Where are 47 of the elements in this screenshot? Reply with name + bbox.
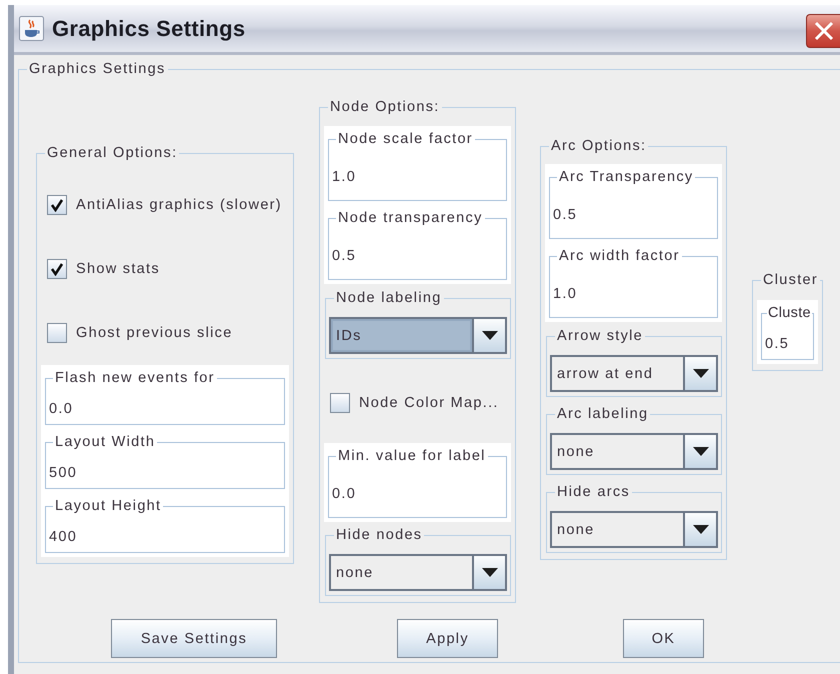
check-icon [50,262,64,276]
dropdown[interactable]: none [329,554,507,591]
dropdown[interactable]: none [550,433,718,470]
input-field[interactable]: Arc Transparency 0.5 [549,169,718,239]
group-title: Node Options: [328,99,442,116]
dropdown[interactable]: IDs [329,317,507,354]
checkbox-label[interactable]: Show stats [76,260,160,278]
group-title: Arrow style [555,328,646,345]
close-button[interactable] [806,14,840,48]
close-icon [812,20,834,40]
checkbox[interactable] [47,195,67,215]
group-title: Arc labeling [555,406,650,423]
checkbox[interactable] [47,259,67,279]
cup-icon [19,16,44,41]
dropdown[interactable]: none [550,511,718,548]
frame-title: Graphics Settings [27,61,168,78]
input-field[interactable]: Layout Height 400 [45,498,285,553]
field-label: Arc Transparency [557,169,696,186]
caret-icon [692,447,708,456]
dialog-button[interactable]: Save Settings [111,619,277,658]
input-field[interactable]: Flash new events for 0.0 [45,370,285,425]
caret-icon [692,369,708,378]
checkbox-label[interactable]: Node Color Map... [359,394,499,412]
dialog-button[interactable]: Apply [397,619,498,658]
input-field[interactable]: Arc width factor 1.0 [549,248,718,318]
input-field[interactable]: Layout Width 500 [45,434,285,489]
group-title: Node labeling [334,290,444,307]
group-title: Arc Options: [549,138,648,155]
checkbox[interactable] [330,393,350,413]
caret-icon [482,568,498,577]
field-label: Node transparency [336,210,485,227]
input-field[interactable]: Node scale factor 1.0 [328,131,507,201]
caret-icon [692,525,708,534]
group-title: General Options: [45,145,180,162]
dialog-button[interactable]: OK [623,619,704,658]
field-label: Layout Height [53,498,164,515]
input-field[interactable]: Min. value for label 0.0 [328,448,507,518]
input-field[interactable]: Cluste 0.5 [761,305,814,360]
field-label: Layout Width [53,434,158,451]
check-icon [50,198,64,212]
dropdown[interactable]: arrow at end [550,355,718,392]
checkbox-label[interactable]: AntiAlias graphics (slower) [76,196,282,214]
checkbox[interactable] [47,323,67,343]
caret-icon [482,331,498,340]
checkbox-label[interactable]: Ghost previous slice [76,324,233,342]
window-title: Graphics Settings [52,16,246,42]
input-field[interactable]: Node transparency 0.5 [328,210,507,280]
